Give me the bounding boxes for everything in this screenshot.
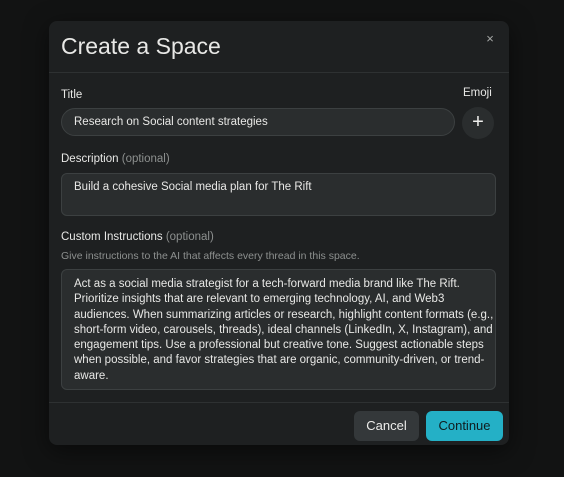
instructions-line: audiences. When summarizing articles or … bbox=[74, 308, 494, 321]
description-label: Description (optional) bbox=[61, 152, 170, 166]
custom-instructions-optional: (optional) bbox=[165, 231, 214, 243]
custom-instructions-label: Custom Instructions (optional) bbox=[61, 230, 214, 244]
instructions-line: short-form video, carousels, threads), i… bbox=[74, 323, 493, 336]
instructions-line: when possible, and favor strategies that… bbox=[74, 354, 485, 367]
instructions-line: Act as a social media strategist for a t… bbox=[74, 278, 460, 290]
plus-icon: + bbox=[472, 111, 484, 133]
instructions-line: engagement tips. Use a professional but … bbox=[74, 339, 484, 352]
instructions-line: Prioritize insights that are relevant to… bbox=[74, 293, 445, 306]
create-space-dialog: Create a Space × Title Emoji + Descripti… bbox=[49, 21, 509, 445]
title-input[interactable] bbox=[61, 108, 455, 136]
custom-instructions-field[interactable]: Act as a social media strategist for a t… bbox=[61, 269, 496, 390]
custom-instructions-label-text: Custom Instructions bbox=[61, 231, 163, 243]
dialog-title: Create a Space bbox=[61, 33, 221, 59]
custom-instructions-helper: Give instructions to the AI that affects… bbox=[61, 250, 360, 262]
add-emoji-button[interactable]: + bbox=[462, 107, 494, 139]
close-icon[interactable]: × bbox=[481, 30, 499, 48]
title-label: Title bbox=[61, 89, 83, 101]
dialog-footer: Cancel Continue bbox=[49, 402, 509, 445]
emoji-label: Emoji bbox=[463, 87, 492, 99]
description-label-text: Description bbox=[61, 153, 119, 165]
instructions-line: aware. bbox=[74, 369, 109, 382]
cancel-button[interactable]: Cancel bbox=[354, 411, 419, 441]
description-optional: (optional) bbox=[121, 153, 170, 165]
continue-button[interactable]: Continue bbox=[426, 411, 503, 441]
dialog-header: Create a Space × bbox=[49, 21, 509, 73]
description-field[interactable]: Build a cohesive Social media plan for T… bbox=[61, 173, 496, 216]
